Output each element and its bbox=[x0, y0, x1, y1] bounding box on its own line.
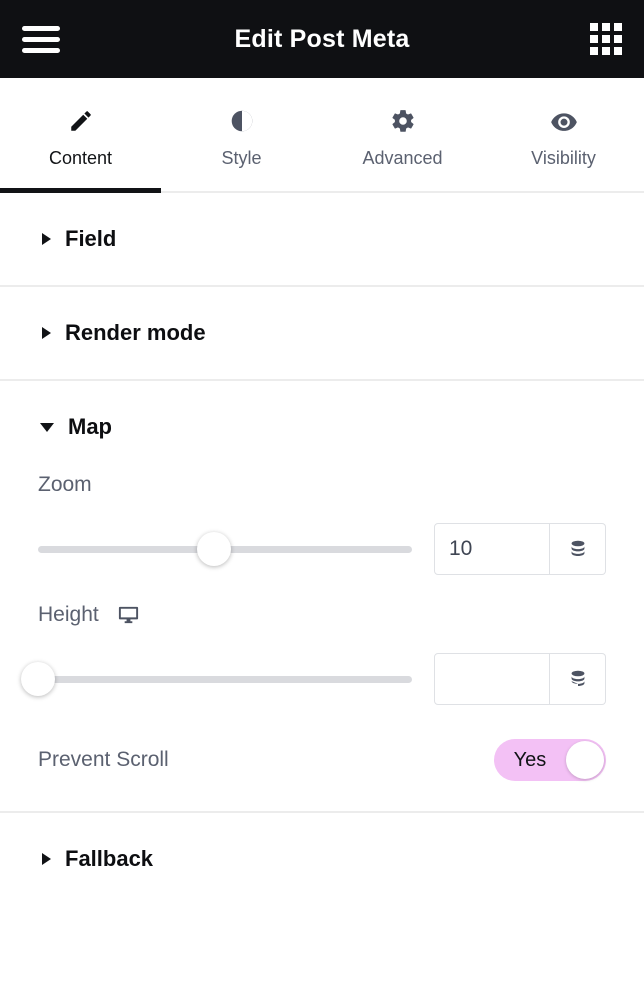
height-slider[interactable] bbox=[21, 662, 412, 696]
chevron-right-icon bbox=[42, 233, 51, 245]
zoom-slider-row bbox=[38, 523, 606, 575]
page-title: Edit Post Meta bbox=[234, 24, 410, 53]
database-stack-icon[interactable] bbox=[550, 523, 606, 575]
height-input[interactable] bbox=[434, 653, 550, 705]
prevent-scroll-label: Prevent Scroll bbox=[38, 748, 169, 771]
zoom-input-group bbox=[434, 523, 606, 575]
toggle-value-label: Yes bbox=[513, 748, 547, 771]
tab-label: Advanced bbox=[362, 148, 443, 168]
hamburger-bar bbox=[22, 25, 60, 31]
database-stack-icon[interactable] bbox=[550, 653, 606, 705]
grid-cell bbox=[590, 47, 598, 55]
section-title: Map bbox=[68, 414, 112, 439]
section-header-field[interactable]: Field bbox=[0, 193, 644, 285]
section-title: Render mode bbox=[65, 320, 206, 345]
eye-icon bbox=[550, 108, 578, 134]
zoom-label: Zoom bbox=[38, 473, 92, 496]
grid-cell bbox=[602, 47, 610, 55]
height-label: Height bbox=[38, 603, 99, 626]
hamburger-bar bbox=[22, 36, 60, 42]
chevron-down-icon bbox=[40, 422, 54, 432]
grid-apps-icon[interactable] bbox=[588, 22, 622, 56]
hamburger-menu-icon[interactable] bbox=[22, 19, 62, 59]
toggle-knob bbox=[566, 741, 604, 779]
grid-cell bbox=[590, 23, 598, 31]
height-label-row: Height bbox=[38, 603, 606, 627]
desktop-monitor-icon[interactable] bbox=[117, 604, 140, 627]
grid-cell bbox=[590, 35, 598, 43]
grid-cell bbox=[602, 23, 610, 31]
zoom-control: Zoom bbox=[38, 473, 606, 575]
zoom-slider-thumb[interactable] bbox=[196, 532, 231, 566]
tab-label: Visibility bbox=[531, 148, 596, 168]
height-control: Height bbox=[21, 603, 606, 705]
prevent-scroll-row: Prevent Scroll Yes bbox=[38, 739, 606, 781]
section-render-mode: Render mode bbox=[0, 287, 644, 381]
grid-cell bbox=[614, 47, 622, 55]
tab-label: Content bbox=[48, 148, 113, 168]
contrast-icon bbox=[229, 108, 255, 134]
tab-style[interactable]: Style bbox=[161, 78, 322, 191]
tab-bar: Content Style Advanced Visibility bbox=[0, 78, 644, 193]
pencil-icon bbox=[68, 108, 94, 134]
chevron-right-icon bbox=[42, 327, 51, 339]
height-slider-row bbox=[21, 653, 606, 705]
prevent-scroll-toggle[interactable]: Yes bbox=[494, 739, 606, 781]
top-bar: Edit Post Meta bbox=[0, 0, 644, 78]
section-map: Map Zoom 10 Height Prevent Scroll Yes bbox=[0, 381, 644, 813]
tab-content[interactable]: Content bbox=[0, 78, 161, 193]
zoom-slider[interactable] bbox=[38, 532, 412, 566]
zoom-input[interactable] bbox=[434, 523, 550, 575]
tab-label: Style bbox=[221, 148, 262, 168]
height-input-group bbox=[434, 653, 606, 705]
grid-cell bbox=[614, 35, 622, 43]
section-field: Field bbox=[0, 193, 644, 287]
chevron-right-icon bbox=[42, 853, 51, 865]
gear-icon bbox=[390, 108, 416, 134]
section-header-fallback[interactable]: Fallback bbox=[0, 813, 644, 905]
grid-cell bbox=[602, 35, 610, 43]
map-section-body: Zoom 10 Height Prevent Scroll Yes bbox=[0, 473, 644, 811]
height-slider-thumb[interactable] bbox=[21, 662, 55, 696]
height-slider-track bbox=[38, 675, 412, 683]
zoom-label-row: Zoom bbox=[38, 473, 606, 497]
edit-post-meta-panel: Edit Post Meta Content Style Advanced Vi… bbox=[0, 0, 644, 984]
section-header-render-mode[interactable]: Render mode bbox=[0, 287, 644, 379]
section-title: Fallback bbox=[65, 846, 154, 871]
section-header-map[interactable]: Map bbox=[0, 381, 644, 473]
section-title: Field bbox=[65, 226, 117, 251]
hamburger-bar bbox=[22, 47, 60, 53]
grid-cell bbox=[614, 23, 622, 31]
tab-advanced[interactable]: Advanced bbox=[322, 78, 483, 191]
section-fallback: Fallback bbox=[0, 813, 644, 905]
tab-visibility[interactable]: Visibility bbox=[483, 78, 644, 191]
